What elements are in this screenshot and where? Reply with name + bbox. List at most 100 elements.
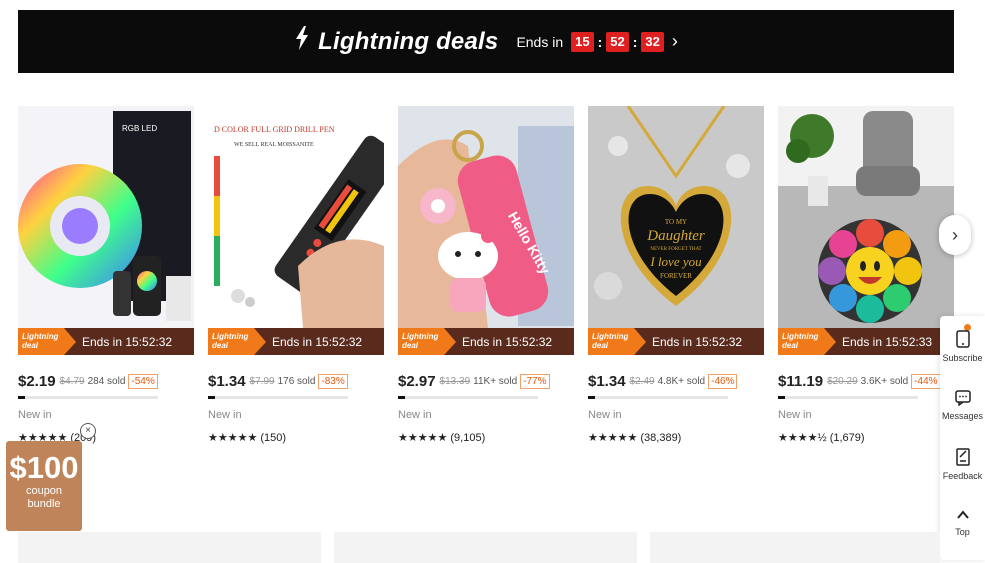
lightning-deals-banner[interactable]: Lightning deals Ends in 15 : 52 : 32 › bbox=[18, 10, 954, 73]
discount-badge: -46% bbox=[708, 373, 738, 389]
lightning-deal-badge: Lightning deal Ends in 15:52:32 bbox=[588, 328, 764, 355]
deal-countdown: Ends in 15:52:32 bbox=[82, 334, 173, 349]
discount-badge: -83% bbox=[318, 373, 348, 389]
product-card[interactable]: Lightning deal Ends in 15:52:33 $11.19 $… bbox=[778, 106, 954, 444]
lightning-deal-badge: Lightning deal Ends in 15:52:32 bbox=[18, 328, 194, 355]
rating: ★★★★★ (9,105) bbox=[398, 431, 574, 444]
rating: ★★★★★ (38,389) bbox=[588, 431, 764, 444]
countdown-seconds: 32 bbox=[641, 31, 664, 52]
side-toolbar: Subscribe Messages Feedback Top bbox=[940, 316, 985, 560]
new-in-tag: New in bbox=[18, 409, 52, 421]
sold-progress-fill bbox=[588, 396, 595, 399]
product-price: $1.34 bbox=[588, 372, 626, 390]
content-placeholder bbox=[18, 532, 321, 563]
pen-sub-text: WE SELL REAL MOISSANITE bbox=[234, 142, 314, 148]
lightning-deal-label: Lightning deal bbox=[208, 328, 254, 355]
content-placeholder bbox=[650, 532, 940, 563]
deal-countdown: Ends in 15:52:32 bbox=[462, 334, 553, 349]
lightning-bolt-icon bbox=[824, 328, 836, 355]
close-coupon-button[interactable]: × bbox=[80, 423, 96, 439]
sold-progress-bar bbox=[398, 396, 538, 399]
product-price: $2.97 bbox=[398, 372, 436, 390]
sold-progress-fill bbox=[398, 396, 405, 399]
content-placeholder bbox=[334, 532, 637, 563]
countdown-colon: : bbox=[632, 33, 638, 50]
new-in-tag: New in bbox=[208, 409, 242, 421]
new-in-tag: New in bbox=[588, 409, 622, 421]
lightning-bolt-icon bbox=[254, 328, 266, 355]
pen-title-text: D COLOR FULL GRID DRILL PEN bbox=[214, 125, 335, 134]
star-rating-icon: ★★★★★ bbox=[208, 432, 258, 444]
countdown-colon: : bbox=[597, 33, 603, 50]
messages-button[interactable]: Messages bbox=[940, 390, 985, 421]
product-card[interactable]: D COLOR FULL GRID DRILL PEN WE SELL REAL… bbox=[208, 106, 384, 444]
rating: ★★★★½ (1,679) bbox=[778, 431, 954, 444]
lightning-deal-badge: Lightning deal Ends in 15:52:33 bbox=[778, 328, 954, 355]
subscribe-button[interactable]: Subscribe bbox=[940, 330, 985, 363]
chevron-up-icon bbox=[940, 508, 985, 527]
product-image[interactable]: Hello Kitty bbox=[398, 106, 574, 328]
sold-progress-fill bbox=[778, 396, 785, 399]
product-price: $1.34 bbox=[208, 372, 246, 390]
sold-progress-fill bbox=[208, 396, 215, 399]
countdown-minutes: 52 bbox=[606, 31, 629, 52]
original-price: $13.39 bbox=[439, 375, 471, 387]
product-card[interactable]: Hello Kitty Lightning deal Ends in 15:52… bbox=[398, 106, 574, 444]
necklace-text-1: TO MY bbox=[665, 218, 687, 226]
lightning-bolt-icon bbox=[634, 328, 646, 355]
coupon-label: coupon bbox=[25, 485, 63, 497]
feedback-button[interactable]: Feedback bbox=[940, 448, 985, 481]
review-count: (150) bbox=[260, 432, 287, 444]
sold-progress-bar bbox=[18, 396, 158, 399]
original-price: $4.79 bbox=[59, 375, 85, 387]
lightning-bolt-icon bbox=[294, 26, 310, 57]
product-price: $11.19 bbox=[778, 372, 824, 390]
banner-title: Lightning deals bbox=[318, 27, 499, 55]
star-rating-icon: ★★★★★ bbox=[588, 432, 638, 444]
star-rating-icon: ★★★★★ bbox=[398, 432, 448, 444]
lightning-bolt-icon bbox=[64, 328, 76, 355]
product-image[interactable] bbox=[778, 106, 954, 328]
new-in-tag: New in bbox=[398, 409, 432, 421]
product-image[interactable]: RGB LED bbox=[18, 106, 194, 328]
original-price: $2.49 bbox=[629, 375, 655, 387]
coupon-amount: $100 bbox=[9, 450, 79, 485]
lightning-bolt-icon bbox=[444, 328, 456, 355]
subscribe-label: Subscribe bbox=[942, 353, 983, 363]
discount-badge: -77% bbox=[520, 373, 550, 389]
sold-progress-fill bbox=[18, 396, 25, 399]
necklace-text-5: FOREVER bbox=[660, 272, 692, 280]
sold-count: 11K+ sold bbox=[473, 375, 518, 387]
sold-count: 176 sold bbox=[277, 375, 316, 387]
product-card[interactable]: TO MY Daughter NEVER FORGET THAT I love … bbox=[588, 106, 764, 444]
original-price: $7.99 bbox=[249, 375, 275, 387]
product-card[interactable]: RGB LED Lightning deal Ends in 15:52:32 … bbox=[18, 106, 194, 444]
review-count: (38,389) bbox=[640, 432, 682, 444]
product-image[interactable]: TO MY Daughter NEVER FORGET THAT I love … bbox=[588, 106, 764, 328]
sold-progress-bar bbox=[778, 396, 918, 399]
sold-count: 284 sold bbox=[87, 375, 126, 387]
back-to-top-button[interactable]: Top bbox=[940, 508, 985, 537]
lightning-deal-badge: Lightning deal Ends in 15:52:32 bbox=[208, 328, 384, 355]
deal-countdown: Ends in 15:52:32 bbox=[652, 334, 743, 349]
new-in-tag: New in bbox=[778, 409, 812, 421]
star-rating-icon: ★★★★½ bbox=[778, 432, 827, 444]
product-image[interactable]: D COLOR FULL GRID DRILL PEN WE SELL REAL… bbox=[208, 106, 384, 328]
messages-label: Messages bbox=[941, 411, 984, 421]
lightning-deal-badge: Lightning deal Ends in 15:52:32 bbox=[398, 328, 574, 355]
feedback-label: Feedback bbox=[942, 471, 983, 481]
chevron-right-icon[interactable]: › bbox=[672, 31, 678, 52]
sold-count: 4.8K+ sold bbox=[657, 375, 706, 387]
review-count: (1,679) bbox=[829, 432, 865, 444]
review-count: (9,105) bbox=[450, 432, 486, 444]
coupon-bundle-widget[interactable]: $100 coupon bundle bbox=[6, 441, 82, 531]
carousel-next-button[interactable]: › bbox=[939, 215, 971, 255]
phone-icon bbox=[940, 330, 985, 353]
countdown-label: Ends in bbox=[516, 33, 564, 50]
rating: ★★★★★ (150) bbox=[208, 431, 384, 444]
top-label: Top bbox=[955, 527, 970, 537]
discount-badge: -44% bbox=[911, 373, 941, 389]
discount-badge: -54% bbox=[128, 373, 158, 389]
necklace-text-2: Daughter bbox=[646, 228, 705, 244]
necklace-text-4: I love you bbox=[649, 254, 702, 269]
